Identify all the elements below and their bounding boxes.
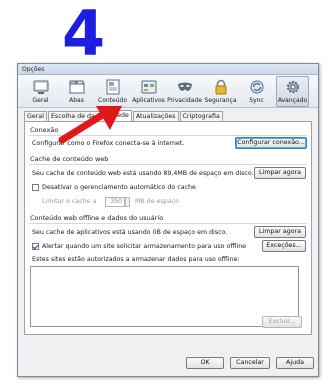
ok-button[interactable]: OK [186,357,224,369]
remove-site-button[interactable]: Excluir... [262,316,302,328]
web-cache-title: Cache de conteúdo web [30,155,109,163]
offline-alert-label: Alertar quando um site solicitar armazen… [42,243,247,250]
tab-updates[interactable]: Atualizações [132,111,179,121]
cache-limit-spinner[interactable] [125,197,130,207]
tab-encryption[interactable]: Criptografia [179,111,223,121]
exceptions-button[interactable]: Exceções... [262,240,306,252]
override-cache-label: Desativar o gerenciamento automático do … [42,184,196,191]
privacy-mask-icon [177,79,193,95]
web-cache-usage: Seu cache de conteúdo web está usando 89… [32,170,254,177]
red-arrow-pointer [58,106,122,144]
sync-icon [249,79,265,95]
web-cache-divider [29,164,307,165]
offline-divider [29,223,307,224]
tab-general[interactable]: Geral [24,111,47,121]
toolbar-general-label: Geral [32,97,49,104]
step-number: 4 [62,0,106,70]
network-panel: Conexão Configurar como o Firefox conect… [24,121,312,335]
security-lock-icon [213,79,229,95]
window-title: Opções [18,64,318,75]
clear-offline-cache-button[interactable]: Limpar agora [254,226,306,238]
toolbar-advanced-label: Avançado [277,97,308,104]
toolbar-advanced[interactable]: Avançado [276,76,309,107]
toolbar-privacy-label: Privacidade [167,97,202,104]
advanced-gear-icon [285,79,301,95]
offline-sites-label: Estes sites estão autorizados a armazena… [32,256,240,263]
connection-title: Conexão [30,126,59,134]
toolbar-privacy[interactable]: Privacidade [167,76,202,107]
cache-limit-input[interactable]: 350 [105,197,125,207]
offline-alert-checkbox[interactable] [32,243,39,250]
toolbar-security-label: Segurança [204,97,237,104]
toolbar-sync[interactable]: Sync [240,76,273,107]
configure-connection-button[interactable]: Configurar conexão... [235,137,307,149]
general-icon [33,79,49,95]
applications-icon [141,79,157,95]
toolbar-applications-label: Aplicativos [132,97,165,104]
cache-limit-label: Limitar o cache a [42,198,97,205]
help-button[interactable]: Ajuda [276,357,314,369]
offline-title: Conteúdo web offline e dados do usuário [30,214,164,222]
content-icon [105,79,121,95]
toolbar-sync-label: Sync [249,97,264,104]
cache-limit-unit: MB de espaço [135,198,179,205]
cancel-button[interactable]: Cancelar [230,357,270,369]
toolbar-security[interactable]: Segurança [204,76,237,107]
offline-sites-list[interactable] [30,266,299,327]
toolbar-general[interactable]: Geral [24,76,57,107]
toolbar-applications[interactable]: Aplicativos [132,76,165,107]
offline-usage: Seu cache de aplicativos está usando 0B … [32,229,228,236]
clear-web-cache-button[interactable]: Limpar agora [254,167,306,179]
tabs-icon [69,79,85,95]
override-cache-checkbox[interactable] [32,184,39,191]
